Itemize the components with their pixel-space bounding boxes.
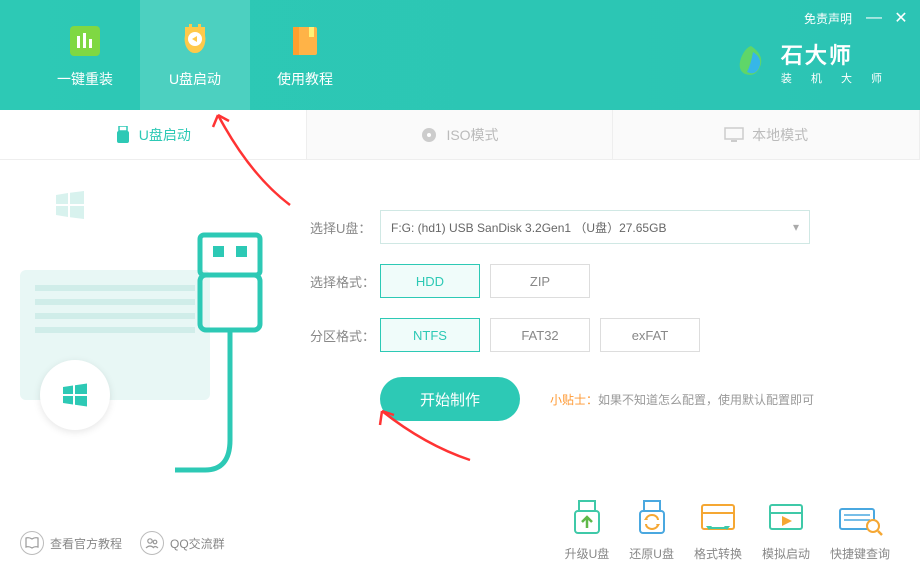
partition-ntfs[interactable]: NTFS (380, 318, 480, 352)
format-row: 选择格式： HDD ZIP (310, 264, 880, 298)
qq-group-link[interactable]: QQ交流群 (140, 531, 225, 555)
action-label: 格式转换 (694, 545, 742, 562)
iso-icon (420, 126, 438, 144)
action-simulate-boot[interactable]: 模拟启动 (762, 499, 810, 562)
usb-cable-icon (175, 230, 285, 510)
official-tutorial-link[interactable]: 查看官方教程 (20, 531, 122, 555)
usb-up-icon (565, 499, 609, 539)
partition-exfat[interactable]: exFAT (600, 318, 700, 352)
shield-icon (175, 21, 215, 61)
partition-row: 分区格式： NTFS FAT32 exFAT (310, 318, 880, 352)
tab-iso[interactable]: ISO模式 (307, 110, 614, 159)
keyboard-search-icon (836, 499, 884, 539)
action-restore-usb[interactable]: 还原U盘 (629, 499, 674, 562)
disk-value: F:G: (hd1) USB SanDisk 3.2Gen1 （U盘）27.65… (391, 219, 666, 236)
brand-logo-icon (731, 42, 771, 82)
nav: 一键重装 U盘启动 使用教程 (0, 0, 360, 110)
partition-fat32[interactable]: FAT32 (490, 318, 590, 352)
action-label: 升级U盘 (565, 545, 610, 562)
brand-title: 石大师 (781, 38, 890, 70)
windows-faded-icon (50, 185, 90, 225)
book-open-icon (20, 531, 44, 555)
tabs: U盘启动 ISO模式 本地模式 (0, 110, 920, 160)
tab-usb-boot[interactable]: U盘启动 (0, 110, 307, 159)
partition-label: 分区格式： (310, 326, 380, 345)
tab-local[interactable]: 本地模式 (613, 110, 920, 159)
nav-tutorial[interactable]: 使用教程 (250, 0, 360, 110)
format-hdd[interactable]: HDD (380, 264, 480, 298)
action-label: 还原U盘 (629, 545, 674, 562)
chevron-down-icon: ▾ (793, 220, 799, 234)
close-icon[interactable]: ✕ (894, 8, 908, 28)
brand-subtitle: 装 机 大 师 (781, 70, 890, 86)
tip-text: 如果不知道怎么配置，使用默认配置即可 (598, 393, 814, 407)
brand: 石大师 装 机 大 师 (731, 38, 890, 86)
tab-label: ISO模式 (446, 125, 498, 145)
action-label: 模拟启动 (762, 545, 810, 562)
people-icon (140, 531, 164, 555)
nav-reinstall[interactable]: 一键重装 (30, 0, 140, 110)
minimize-icon[interactable]: — (866, 9, 880, 27)
action-label: 快捷键查询 (830, 545, 890, 562)
bottom-actions: 升级U盘 还原U盘 格式转换 模拟启动 快捷键查询 (565, 499, 890, 562)
footer-label: QQ交流群 (170, 535, 225, 552)
action-hotkey-lookup[interactable]: 快捷键查询 (830, 499, 890, 562)
main-content: 选择U盘： F:G: (hd1) USB SanDisk 3.2Gen1 （U盘… (0, 160, 920, 520)
nav-usb-boot[interactable]: U盘启动 (140, 0, 250, 110)
format-label: 选择格式： (310, 272, 380, 291)
windows-circle-icon (40, 360, 110, 430)
footer-label: 查看官方教程 (50, 535, 122, 552)
monitor-icon (724, 127, 744, 143)
header: 免责声明 — ✕ 一键重装 U盘启动 使用教程 石大师 装 机 大 师 (0, 0, 920, 110)
tab-label: U盘启动 (139, 125, 191, 145)
usb-sync-icon (630, 499, 674, 539)
disk-select[interactable]: F:G: (hd1) USB SanDisk 3.2Gen1 （U盘）27.65… (380, 210, 810, 244)
start-button[interactable]: 开始制作 (380, 377, 520, 421)
brand-text: 石大师 装 机 大 师 (781, 38, 890, 86)
format-zip[interactable]: ZIP (490, 264, 590, 298)
illustration (0, 160, 290, 520)
disk-row: 选择U盘： F:G: (hd1) USB SanDisk 3.2Gen1 （U盘… (310, 210, 880, 244)
tip: 小贴士：如果不知道怎么配置，使用默认配置即可 (550, 391, 814, 408)
nav-label: 一键重装 (57, 69, 113, 89)
usb-icon (115, 126, 131, 144)
convert-icon (696, 499, 740, 539)
action-upgrade-usb[interactable]: 升级U盘 (565, 499, 610, 562)
footer-links: 查看官方教程 QQ交流群 (20, 531, 225, 555)
disk-label: 选择U盘： (310, 218, 380, 237)
disclaimer-link[interactable]: 免责声明 (804, 10, 852, 27)
nav-label: U盘启动 (169, 69, 221, 89)
play-screen-icon (764, 499, 808, 539)
tip-label: 小贴士： (550, 393, 598, 407)
book-icon (285, 21, 325, 61)
window-controls: 免责声明 — ✕ (804, 8, 908, 28)
nav-label: 使用教程 (277, 69, 333, 89)
bar-chart-icon (65, 21, 105, 61)
form-area: 选择U盘： F:G: (hd1) USB SanDisk 3.2Gen1 （U盘… (290, 160, 920, 520)
action-row: 开始制作 小贴士：如果不知道怎么配置，使用默认配置即可 (380, 377, 880, 421)
action-format-convert[interactable]: 格式转换 (694, 499, 742, 562)
tab-label: 本地模式 (752, 125, 808, 145)
